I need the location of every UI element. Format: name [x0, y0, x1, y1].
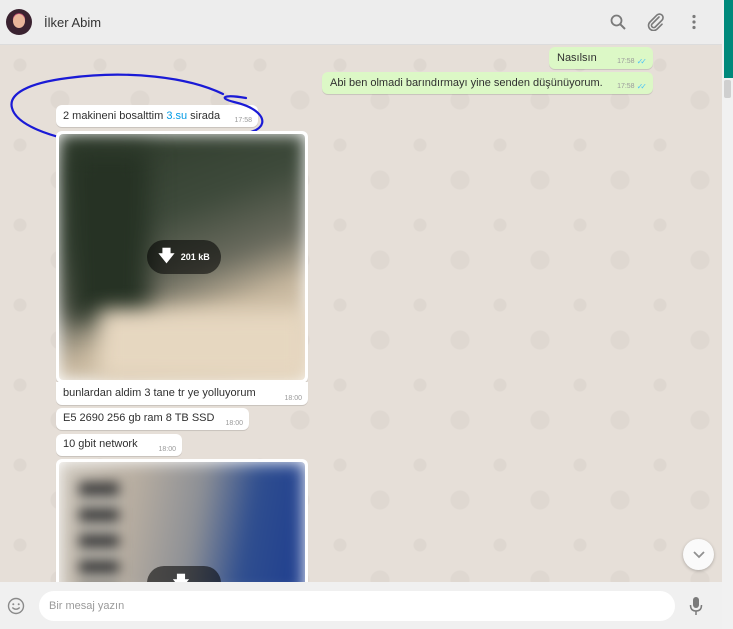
message-time: 17:58 — [234, 117, 252, 124]
message-text: Nasılsın — [557, 52, 597, 64]
message-time: 18:00 — [158, 446, 176, 453]
message-incoming[interactable]: E5 2690 256 gb ram 8 TB SSD 18:00 — [56, 408, 249, 430]
message-text: E5 2690 256 gb ram 8 TB SSD — [63, 412, 215, 424]
image-message[interactable]: 🡇 — [56, 459, 308, 582]
download-arrow-icon: 🡇 — [173, 575, 189, 583]
download-button[interactable]: 🡇 201 kB — [147, 240, 221, 274]
attach-icon[interactable] — [646, 12, 666, 32]
composer-bar — [0, 582, 722, 629]
image-message[interactable]: 🡇 201 kB — [56, 131, 308, 383]
chevron-down-icon — [692, 550, 705, 558]
read-receipt-icon: ✓✓ — [636, 82, 648, 91]
download-button[interactable]: 🡇 — [147, 566, 221, 582]
message-incoming[interactable]: 10 gbit network 18:00 — [56, 434, 182, 456]
message-list[interactable]: Nasılsın 17:58 ✓✓ Abi ben olmadi barındır… — [0, 45, 722, 582]
message-link[interactable]: 3.su — [166, 110, 187, 122]
blurred-image-preview[interactable]: 🡇 201 kB — [59, 134, 305, 380]
blurred-image-preview[interactable]: 🡇 — [59, 462, 305, 582]
avatar[interactable] — [6, 9, 32, 35]
contact-name[interactable]: İlker Abim — [44, 15, 101, 30]
message-outgoing[interactable]: Nasılsın 17:58 ✓✓ — [549, 47, 653, 69]
message-outgoing[interactable]: Abi ben olmadi barındırmayı yine senden … — [322, 72, 653, 94]
message-time: 18:00 — [284, 395, 302, 402]
message-input[interactable] — [39, 590, 675, 621]
download-arrow-icon: 🡇 — [158, 248, 175, 265]
message-time: 17:58 ✓✓ — [617, 57, 647, 66]
read-receipt-icon: ✓✓ — [636, 57, 648, 66]
chat-header: İlker Abim — [0, 0, 722, 45]
message-text: 2 makineni bosalttim 3.su sirada — [63, 110, 221, 122]
message-text: 10 gbit network — [63, 438, 138, 450]
search-icon[interactable] — [608, 12, 628, 32]
emoji-icon[interactable] — [5, 595, 27, 617]
message-incoming[interactable]: 2 makineni bosalttim 3.su sirada 17:58 — [56, 105, 258, 127]
message-time: 17:58 ✓✓ — [617, 82, 647, 91]
microphone-icon[interactable] — [685, 595, 707, 617]
message-incoming[interactable]: bunlardan aldim 3 tane tr ye yolluyorum … — [56, 382, 308, 405]
scrollbar-accent — [724, 0, 733, 78]
message-text: Abi ben olmadi barındırmayı yine senden … — [330, 77, 603, 89]
scroll-down-button[interactable] — [683, 539, 714, 570]
message-time: 18:00 — [225, 420, 243, 427]
menu-icon[interactable] — [684, 12, 704, 32]
header-actions — [608, 12, 704, 32]
scrollbar-thumb[interactable] — [724, 80, 731, 98]
message-text: bunlardan aldim 3 tane tr ye yolluyorum — [63, 387, 256, 399]
download-size: 201 kB — [180, 252, 210, 262]
